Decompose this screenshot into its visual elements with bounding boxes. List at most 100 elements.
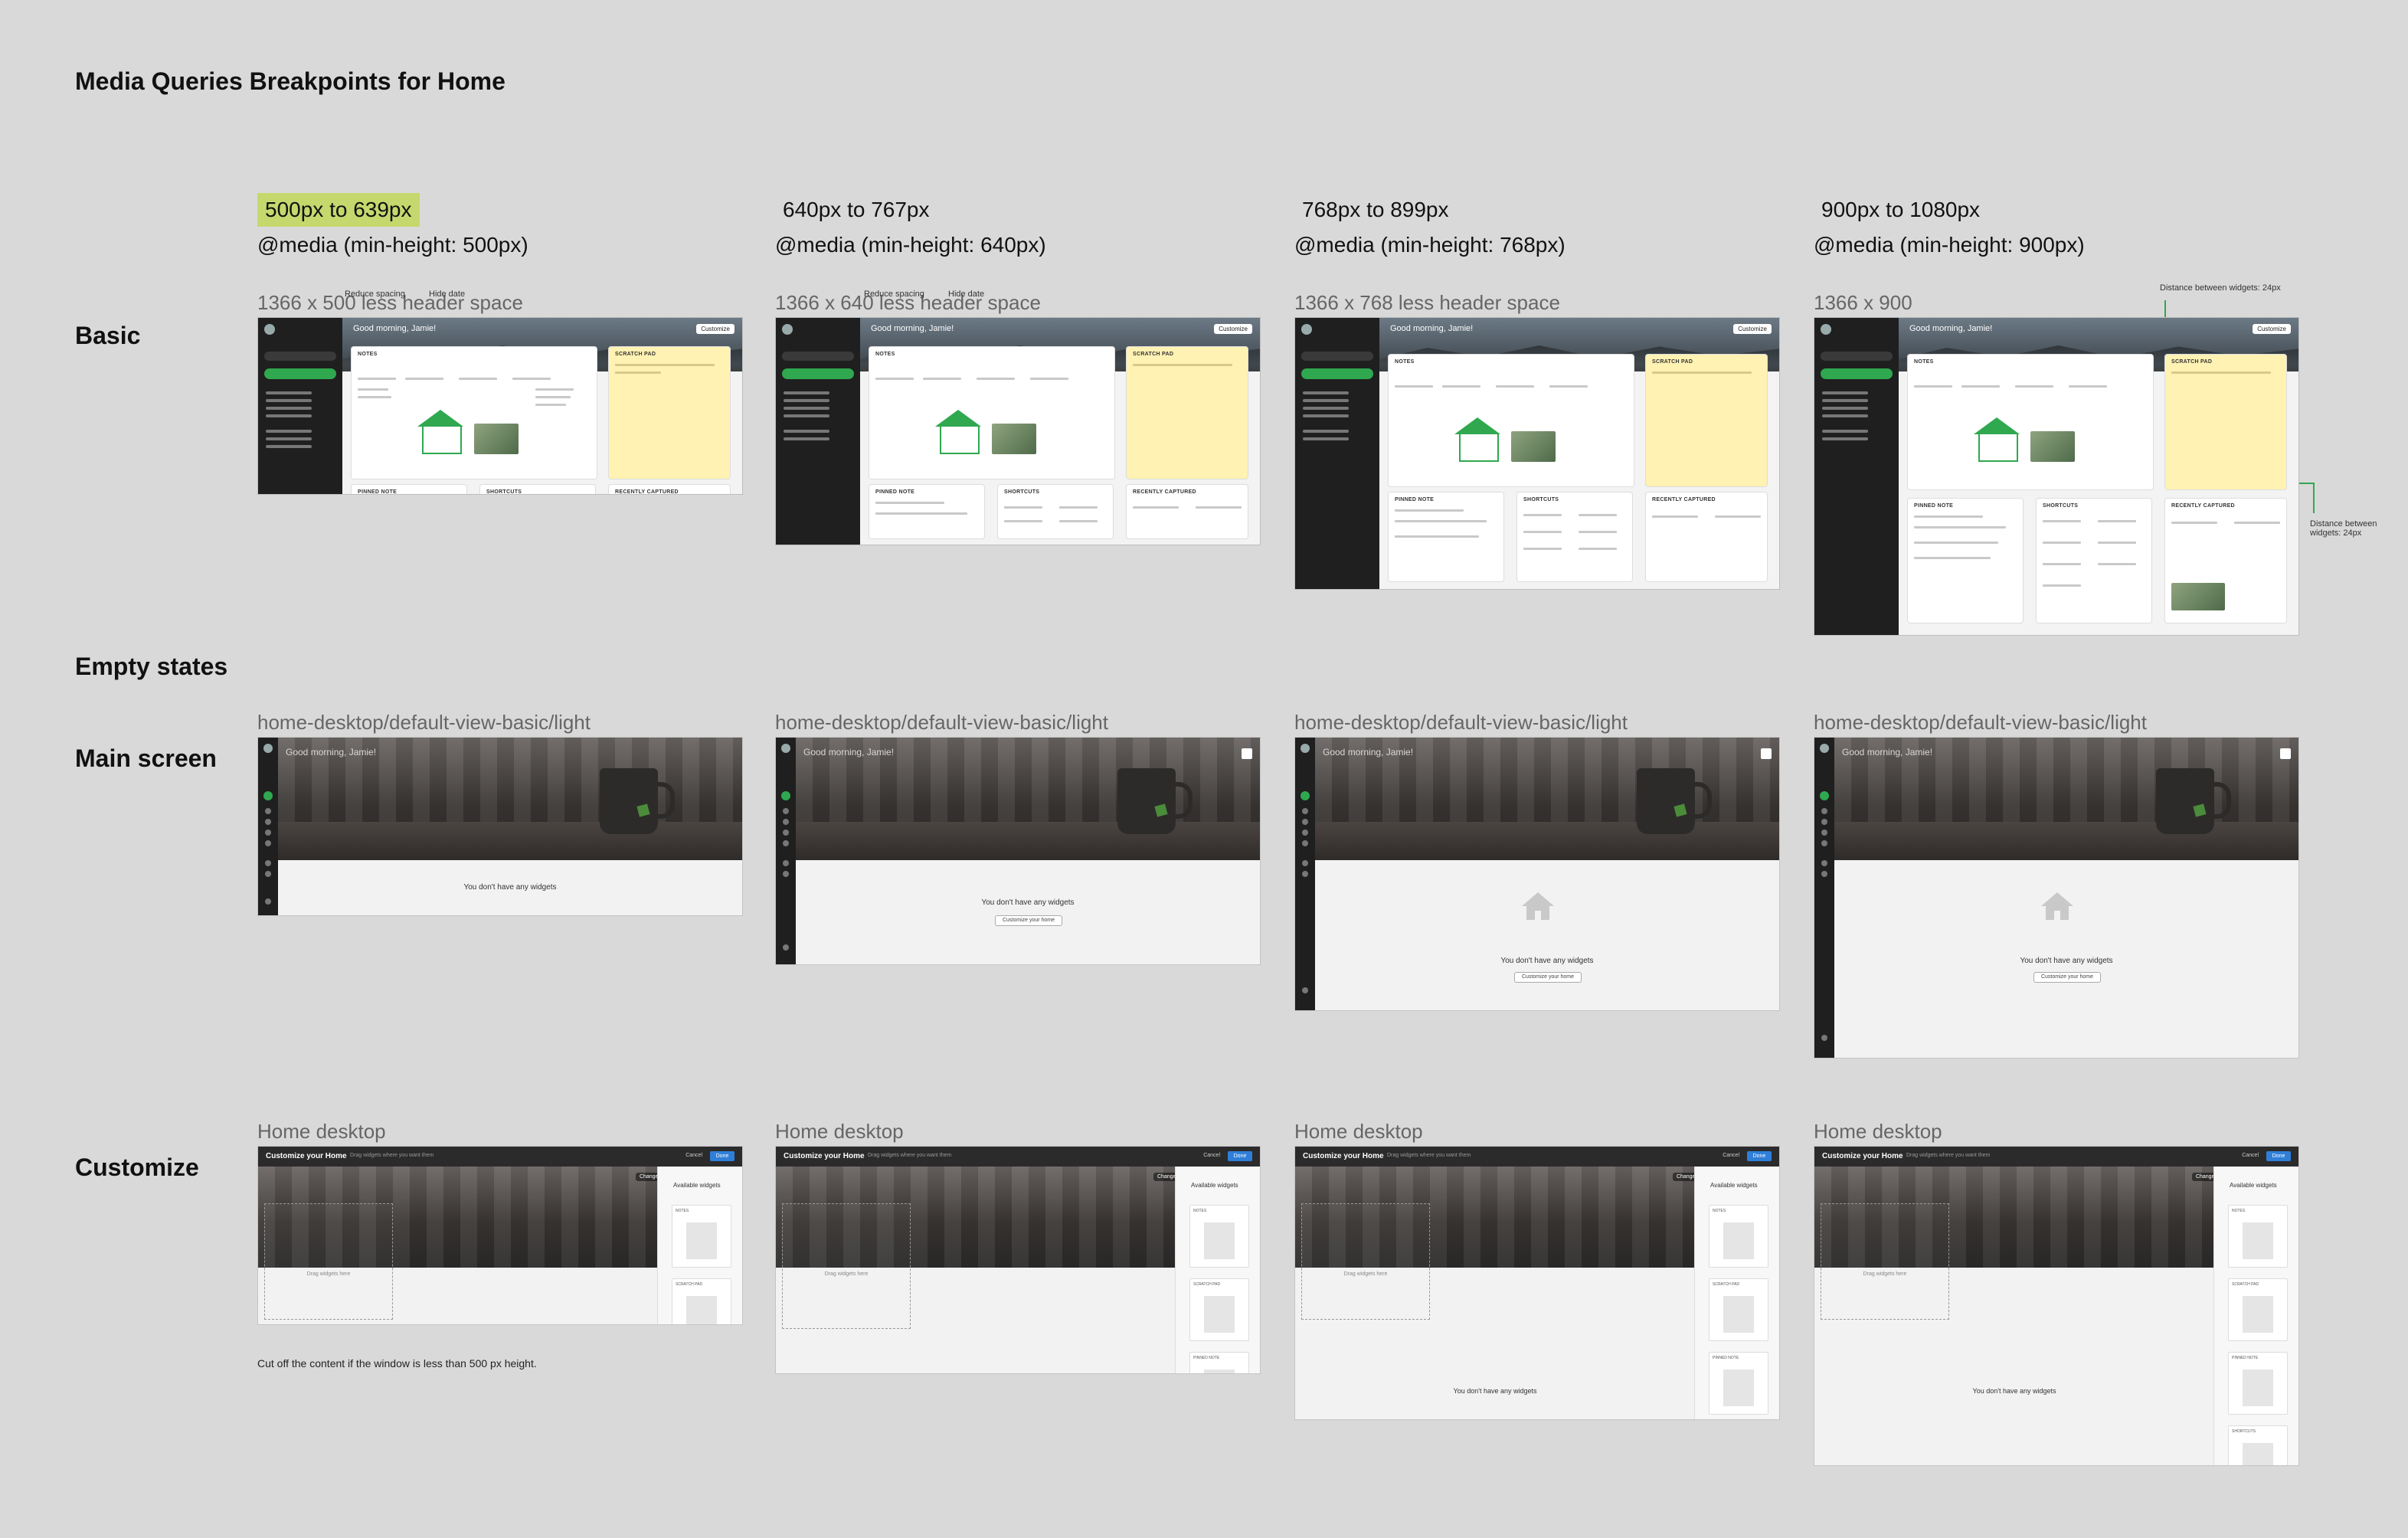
notes-widget[interactable]: NOTES	[1908, 355, 2153, 489]
widget-drop-zone[interactable]: Drag widgets here	[1301, 1203, 1430, 1320]
done-button[interactable]: Done	[2266, 1151, 2291, 1161]
widget-tile-scratch-pad[interactable]: SCRATCH PAD	[672, 1278, 731, 1324]
widget-drop-zone[interactable]: Drag widgets here	[264, 1203, 393, 1320]
widget-tile-notes[interactable]: NOTES	[1189, 1205, 1249, 1268]
empty-message: You don't have any widgets	[1500, 957, 1594, 965]
widget-tile-pinned-note[interactable]: PINNED NOTE	[1709, 1352, 1768, 1415]
shortcuts-widget[interactable]: SHORTCUTS	[1517, 492, 1632, 581]
shortcuts-widget[interactable]: SHORTCUTS	[480, 485, 595, 494]
page-title: Media Queries Breakpoints for Home	[75, 67, 505, 95]
empty-message: You don't have any widgets	[1972, 1387, 2056, 1395]
widget-tile-notes[interactable]: NOTES	[2228, 1205, 2288, 1268]
customize-header: Customize your Home Drag widgets where y…	[1814, 1147, 2298, 1167]
customize-button[interactable]: Customize	[1733, 324, 1772, 334]
scratch-pad-widget[interactable]: SCRATCH PAD	[2165, 355, 2286, 489]
widget-drop-zone[interactable]: Drag widgets here	[1821, 1203, 1949, 1320]
basic-caption-3: 1366 x 768 less header space	[1294, 291, 1560, 314]
photo-thumbnail	[2030, 431, 2075, 462]
empty-message: You don't have any widgets	[2020, 957, 2113, 965]
customize-hint: Drag widgets where you want them	[350, 1153, 434, 1158]
recently-captured-widget[interactable]: RECENTLY CAPTURED	[609, 485, 730, 494]
pinned-note-widget[interactable]: PINNED NOTE	[1389, 492, 1503, 581]
customize-button[interactable]: Customize	[2253, 324, 2291, 334]
new-button[interactable]	[1301, 791, 1310, 800]
customize-header: Customize your Home Drag widgets where y…	[1295, 1147, 1779, 1167]
new-button[interactable]	[781, 791, 790, 800]
shortcuts-widget[interactable]: SHORTCUTS	[2037, 499, 2151, 623]
recently-captured-widget[interactable]: RECENTLY CAPTURED	[2165, 499, 2286, 623]
search-input[interactable]	[264, 352, 336, 361]
new-button[interactable]	[1821, 368, 1893, 379]
customize-caption-4: Home desktop	[1814, 1120, 1942, 1143]
customize-icon-button[interactable]	[1761, 748, 1772, 759]
recently-captured-widget[interactable]: RECENTLY CAPTURED	[1646, 492, 1767, 581]
customize-icon-button[interactable]	[1242, 748, 1252, 759]
sidebar	[1814, 738, 1834, 1058]
widget-tile-scratch-pad[interactable]: SCRATCH PAD	[1709, 1278, 1768, 1341]
basic-caption-4: 1366 x 900	[1814, 291, 1912, 314]
widget-drop-zone[interactable]: Drag widgets here	[782, 1203, 911, 1329]
search-input[interactable]	[1301, 352, 1373, 361]
done-button[interactable]: Done	[710, 1151, 735, 1161]
sidebar	[258, 738, 278, 915]
cancel-button[interactable]: Cancel	[1723, 1153, 1739, 1158]
done-button[interactable]: Done	[1747, 1151, 1772, 1161]
customize-button[interactable]: Customize	[1214, 324, 1252, 334]
search-input[interactable]	[782, 352, 854, 361]
customize-icon-button[interactable]	[2280, 748, 2291, 759]
home-empty-icon	[1522, 892, 1554, 920]
widget-tile-pinned-note[interactable]: PINNED NOTE	[2228, 1352, 2288, 1415]
cancel-button[interactable]: Cancel	[1203, 1153, 1220, 1158]
range-label: 900px to 1080px	[1821, 198, 1981, 221]
empty-state-mock-640: Good morning, Jamie! You don't have any …	[775, 737, 1261, 965]
search-input[interactable]	[1821, 352, 1893, 361]
notes-widget[interactable]: NOTES	[1389, 355, 1634, 486]
widget-tile-scratch-pad[interactable]: SCRATCH PAD	[2228, 1278, 2288, 1341]
annotation-hide-date: Hide date	[429, 290, 466, 299]
scratch-pad-widget[interactable]: SCRATCH PAD	[609, 347, 730, 479]
cancel-button[interactable]: Cancel	[2242, 1153, 2259, 1158]
annotation-hide-date-2: Hide date	[948, 290, 985, 299]
empty-caption-4: home-desktop/default-view-basic/light	[1814, 711, 2147, 734]
new-button[interactable]	[1301, 368, 1373, 379]
media-query: @media (min-height: 768px)	[1294, 233, 1566, 257]
customize-header: Customize your Home Drag widgets where y…	[776, 1147, 1260, 1167]
home-basic-mock-500: Good morning, Jamie! Customize NOTES SCR…	[257, 317, 743, 495]
customize-header: Customize your Home Drag widgets where y…	[258, 1147, 742, 1167]
empty-state-mock-500: Good morning, Jamie! You don't have any …	[257, 737, 743, 916]
customize-caption-1: Home desktop	[257, 1120, 386, 1143]
new-button[interactable]	[1820, 791, 1829, 800]
customize-home-button[interactable]: Customize your home	[1514, 972, 1582, 983]
recently-captured-widget[interactable]: RECENTLY CAPTURED	[1127, 485, 1248, 538]
customize-button[interactable]: Customize	[696, 324, 735, 334]
home-basic-mock-900: Good morning, Jamie! Customize NOTES SCR…	[1814, 317, 2299, 636]
notes-widget[interactable]: NOTES	[869, 347, 1114, 479]
widget-tile-scratch-pad[interactable]: SCRATCH PAD	[1189, 1278, 1249, 1341]
new-button[interactable]	[264, 368, 336, 379]
hero-image: Change background Drag widgets here	[776, 1167, 1217, 1329]
avatar	[1821, 324, 1831, 335]
done-button[interactable]: Done	[1228, 1151, 1252, 1161]
customize-home-button[interactable]: Customize your home	[995, 915, 1062, 926]
scratch-pad-widget[interactable]: SCRATCH PAD	[1646, 355, 1767, 486]
widget-tile-shortcuts[interactable]: SHORTCUTS	[2228, 1425, 2288, 1465]
greeting: Good morning, Jamie!	[871, 324, 954, 333]
widget-title: SCRATCH PAD	[615, 352, 656, 357]
scratch-pad-widget[interactable]: SCRATCH PAD	[1127, 347, 1248, 479]
greeting: Good morning, Jamie!	[1909, 324, 1993, 333]
customize-home-button[interactable]: Customize your home	[2033, 972, 2101, 983]
customize-caption-2: Home desktop	[775, 1120, 904, 1143]
cancel-button[interactable]: Cancel	[685, 1153, 702, 1158]
pinned-note-widget[interactable]: PINNED NOTE	[1908, 499, 2023, 623]
widget-tile-notes[interactable]: NOTES	[1709, 1205, 1768, 1268]
widget-tile-pinned-note[interactable]: PINNED NOTE	[1189, 1352, 1249, 1373]
column-header-3: 768px to 899px @media (min-height: 768px…	[1294, 193, 1566, 257]
widget-tile-notes[interactable]: NOTES	[672, 1205, 731, 1268]
pinned-note-widget[interactable]: PINNED NOTE	[352, 485, 466, 494]
sidebar	[1295, 738, 1315, 1010]
shortcuts-widget[interactable]: SHORTCUTS	[998, 485, 1113, 538]
new-button[interactable]	[782, 368, 854, 379]
new-button[interactable]	[263, 791, 273, 800]
pinned-note-widget[interactable]: PINNED NOTE	[869, 485, 984, 538]
notes-widget[interactable]: NOTES	[352, 347, 597, 479]
